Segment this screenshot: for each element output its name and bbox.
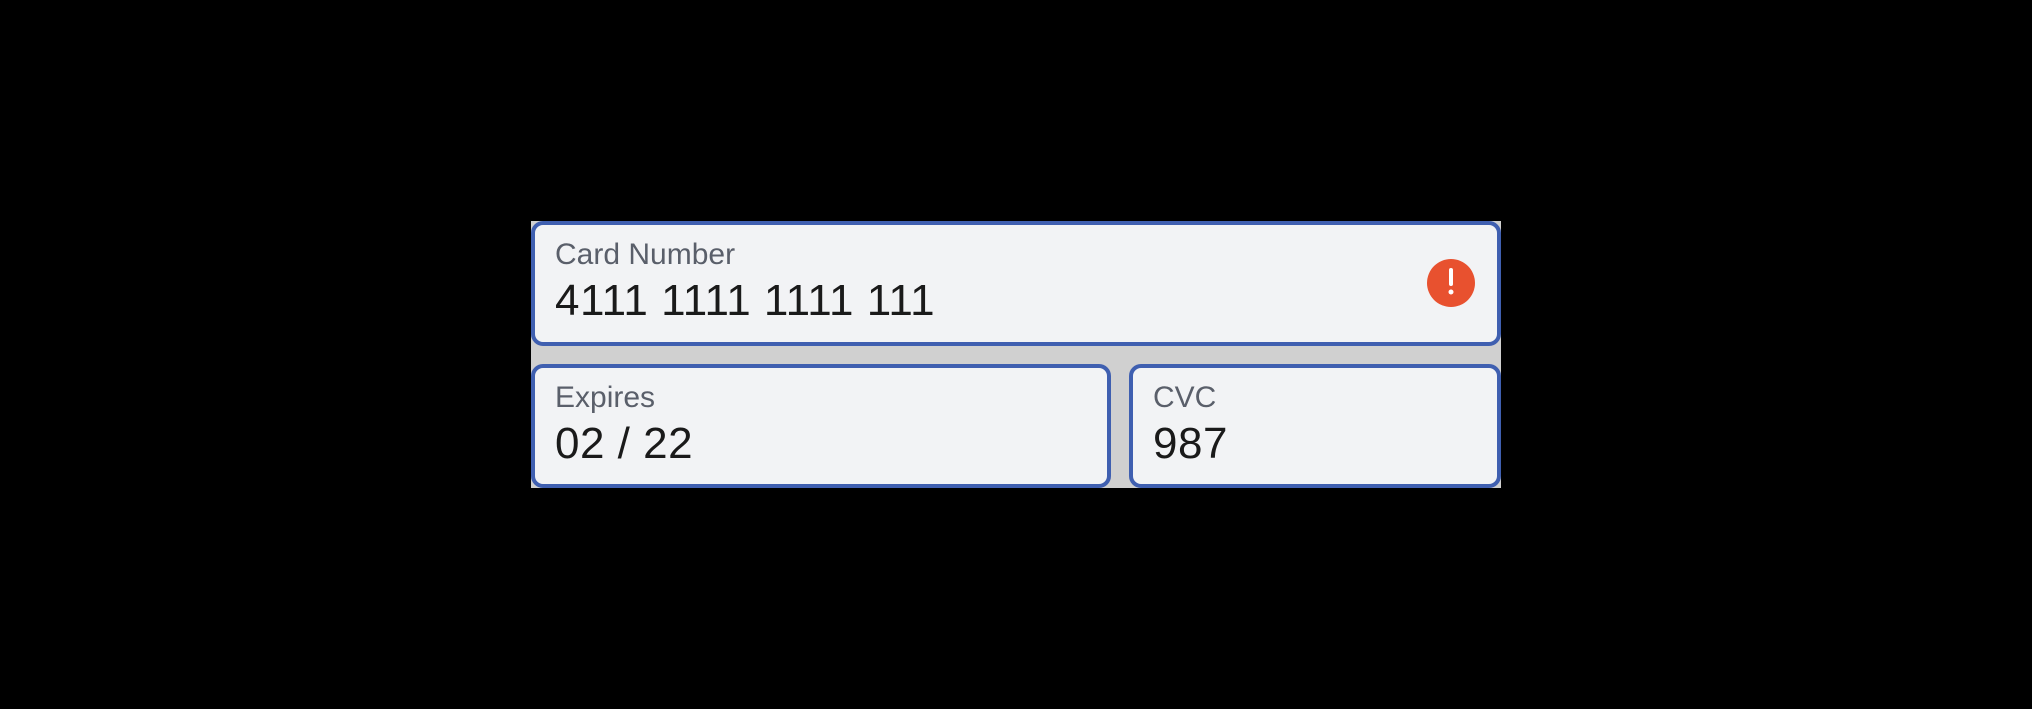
annotation-line bbox=[1501, 281, 1561, 284]
expires-field[interactable]: Expires 02 / 22 bbox=[531, 364, 1111, 488]
exclamation-icon bbox=[1446, 266, 1456, 301]
cvc-label: CVC bbox=[1153, 380, 1477, 416]
error-badge bbox=[1427, 259, 1475, 307]
cvc-value: 987 bbox=[1153, 420, 1477, 468]
card-number-field[interactable]: Card Number 4111 1111 1111 111 bbox=[531, 221, 1501, 345]
expires-label: Expires bbox=[555, 380, 1087, 416]
payment-card-form: Card Number 4111 1111 1111 111 Expires 0… bbox=[531, 221, 1501, 488]
cvc-field[interactable]: CVC 987 bbox=[1129, 364, 1501, 488]
card-number-label: Card Number bbox=[555, 237, 1477, 273]
card-number-value: 4111 1111 1111 111 bbox=[555, 277, 1477, 325]
expires-value: 02 / 22 bbox=[555, 420, 1087, 468]
